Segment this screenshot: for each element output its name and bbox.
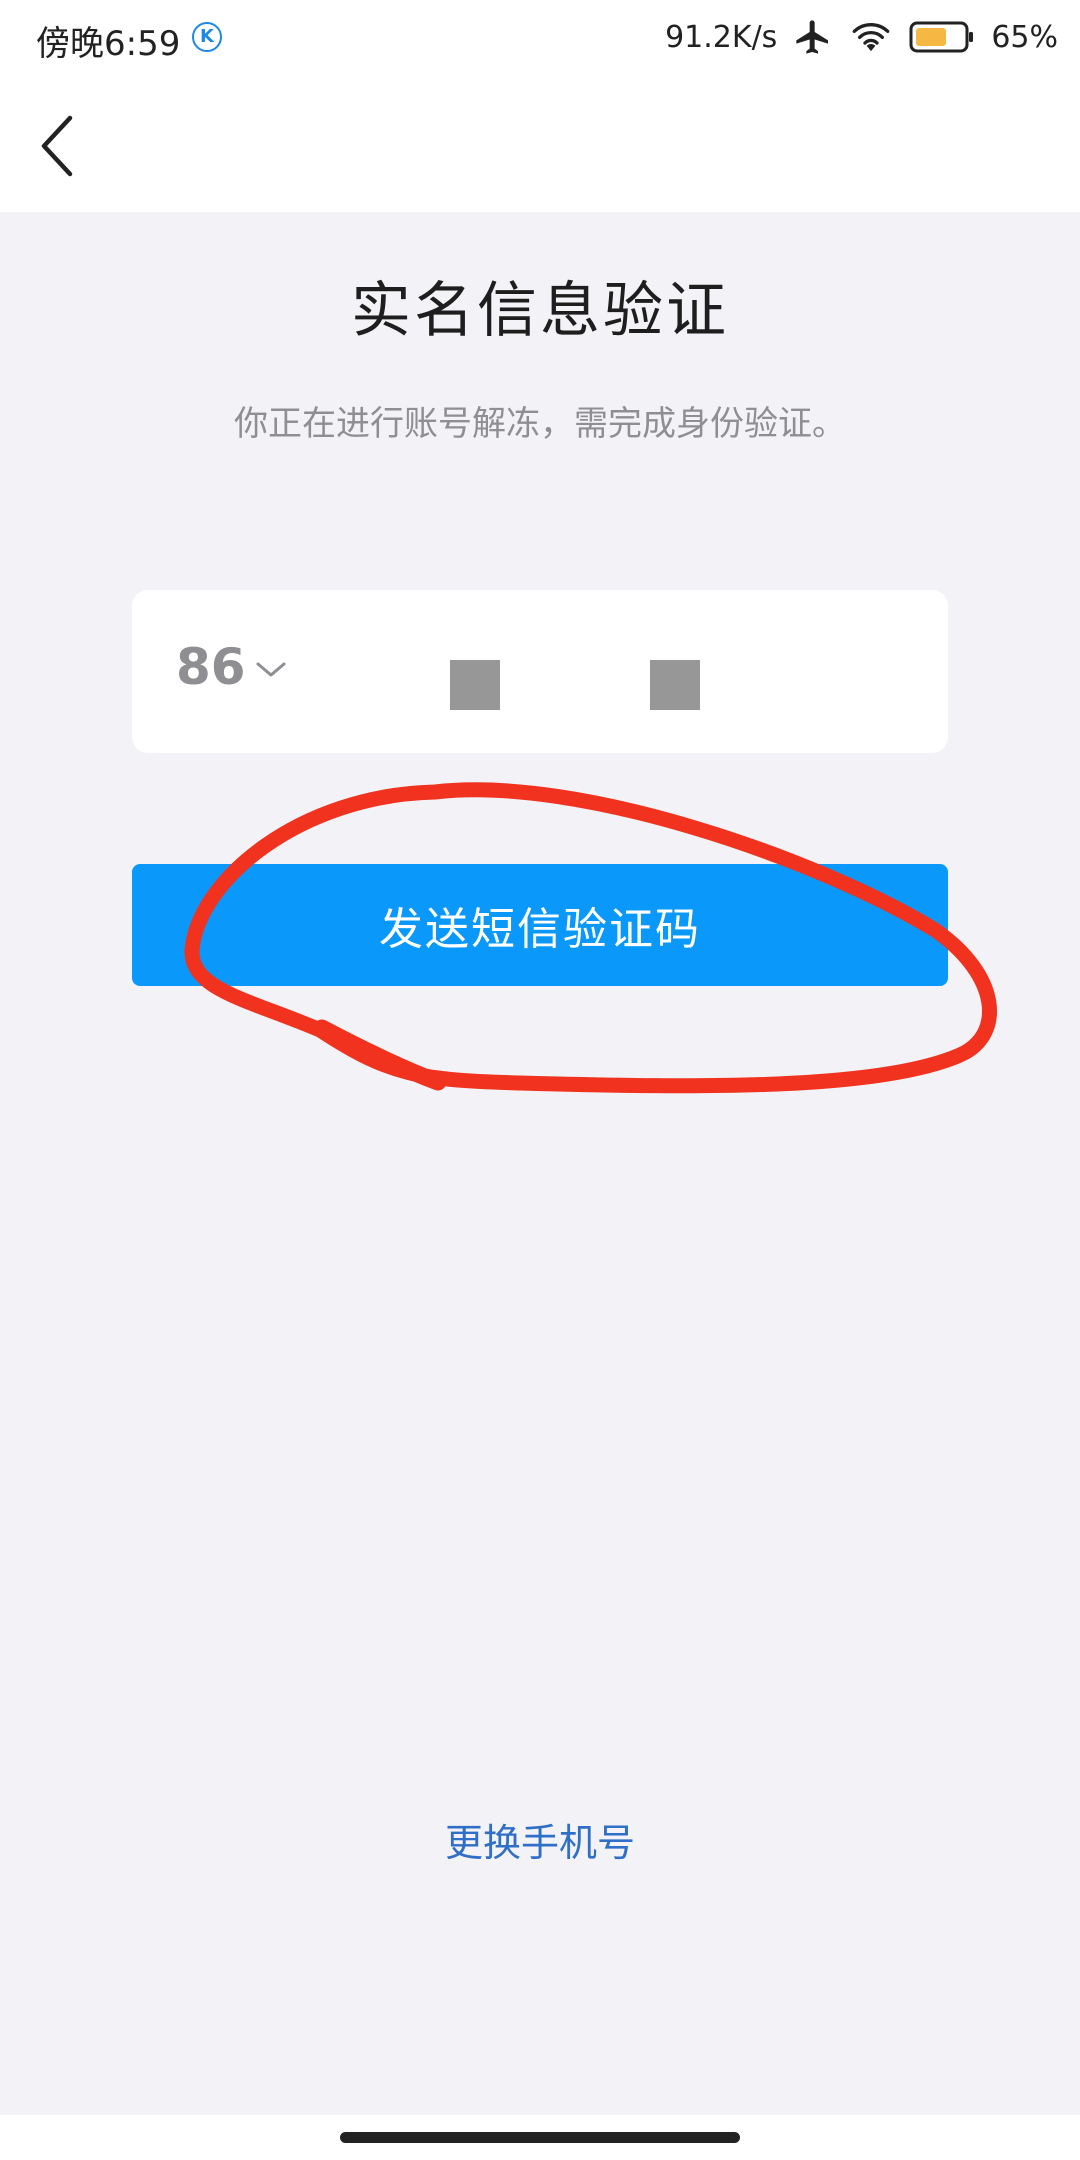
country-code-value: 86 — [176, 638, 246, 696]
app-badge-icon: K — [192, 22, 222, 52]
status-bar: 傍晚6:59 K 91.2K/s 65% — [0, 0, 1080, 78]
home-indicator[interactable] — [340, 2132, 740, 2143]
bottom-bar — [0, 2115, 1080, 2160]
chevron-left-icon — [41, 115, 73, 177]
nav-bar — [0, 78, 1080, 212]
back-button[interactable] — [26, 108, 96, 184]
country-code-select[interactable]: 86 — [176, 638, 288, 696]
masked-digit-block — [650, 660, 700, 710]
wifi-icon — [852, 23, 890, 52]
masked-digit-block — [450, 660, 500, 710]
page-subtitle: 你正在进行账号解冻，需完成身份验证。 — [234, 404, 846, 444]
phone-number-field[interactable]: 86 — [132, 590, 948, 753]
airplane-icon — [796, 20, 829, 54]
status-time: 傍晚6:59 — [36, 24, 181, 64]
battery-icon — [909, 21, 974, 53]
send-sms-code-button[interactable]: 发送短信验证码 — [132, 864, 948, 986]
page-title: 实名信息验证 — [351, 276, 729, 346]
change-phone-number-link[interactable]: 更换手机号 — [0, 1812, 1080, 1867]
chevron-down-icon — [256, 662, 286, 677]
status-right-group: 91.2K/s 65% — [665, 12, 1058, 62]
battery-percent: 65% — [991, 19, 1058, 55]
network-speed: 91.2K/s — [665, 19, 778, 55]
